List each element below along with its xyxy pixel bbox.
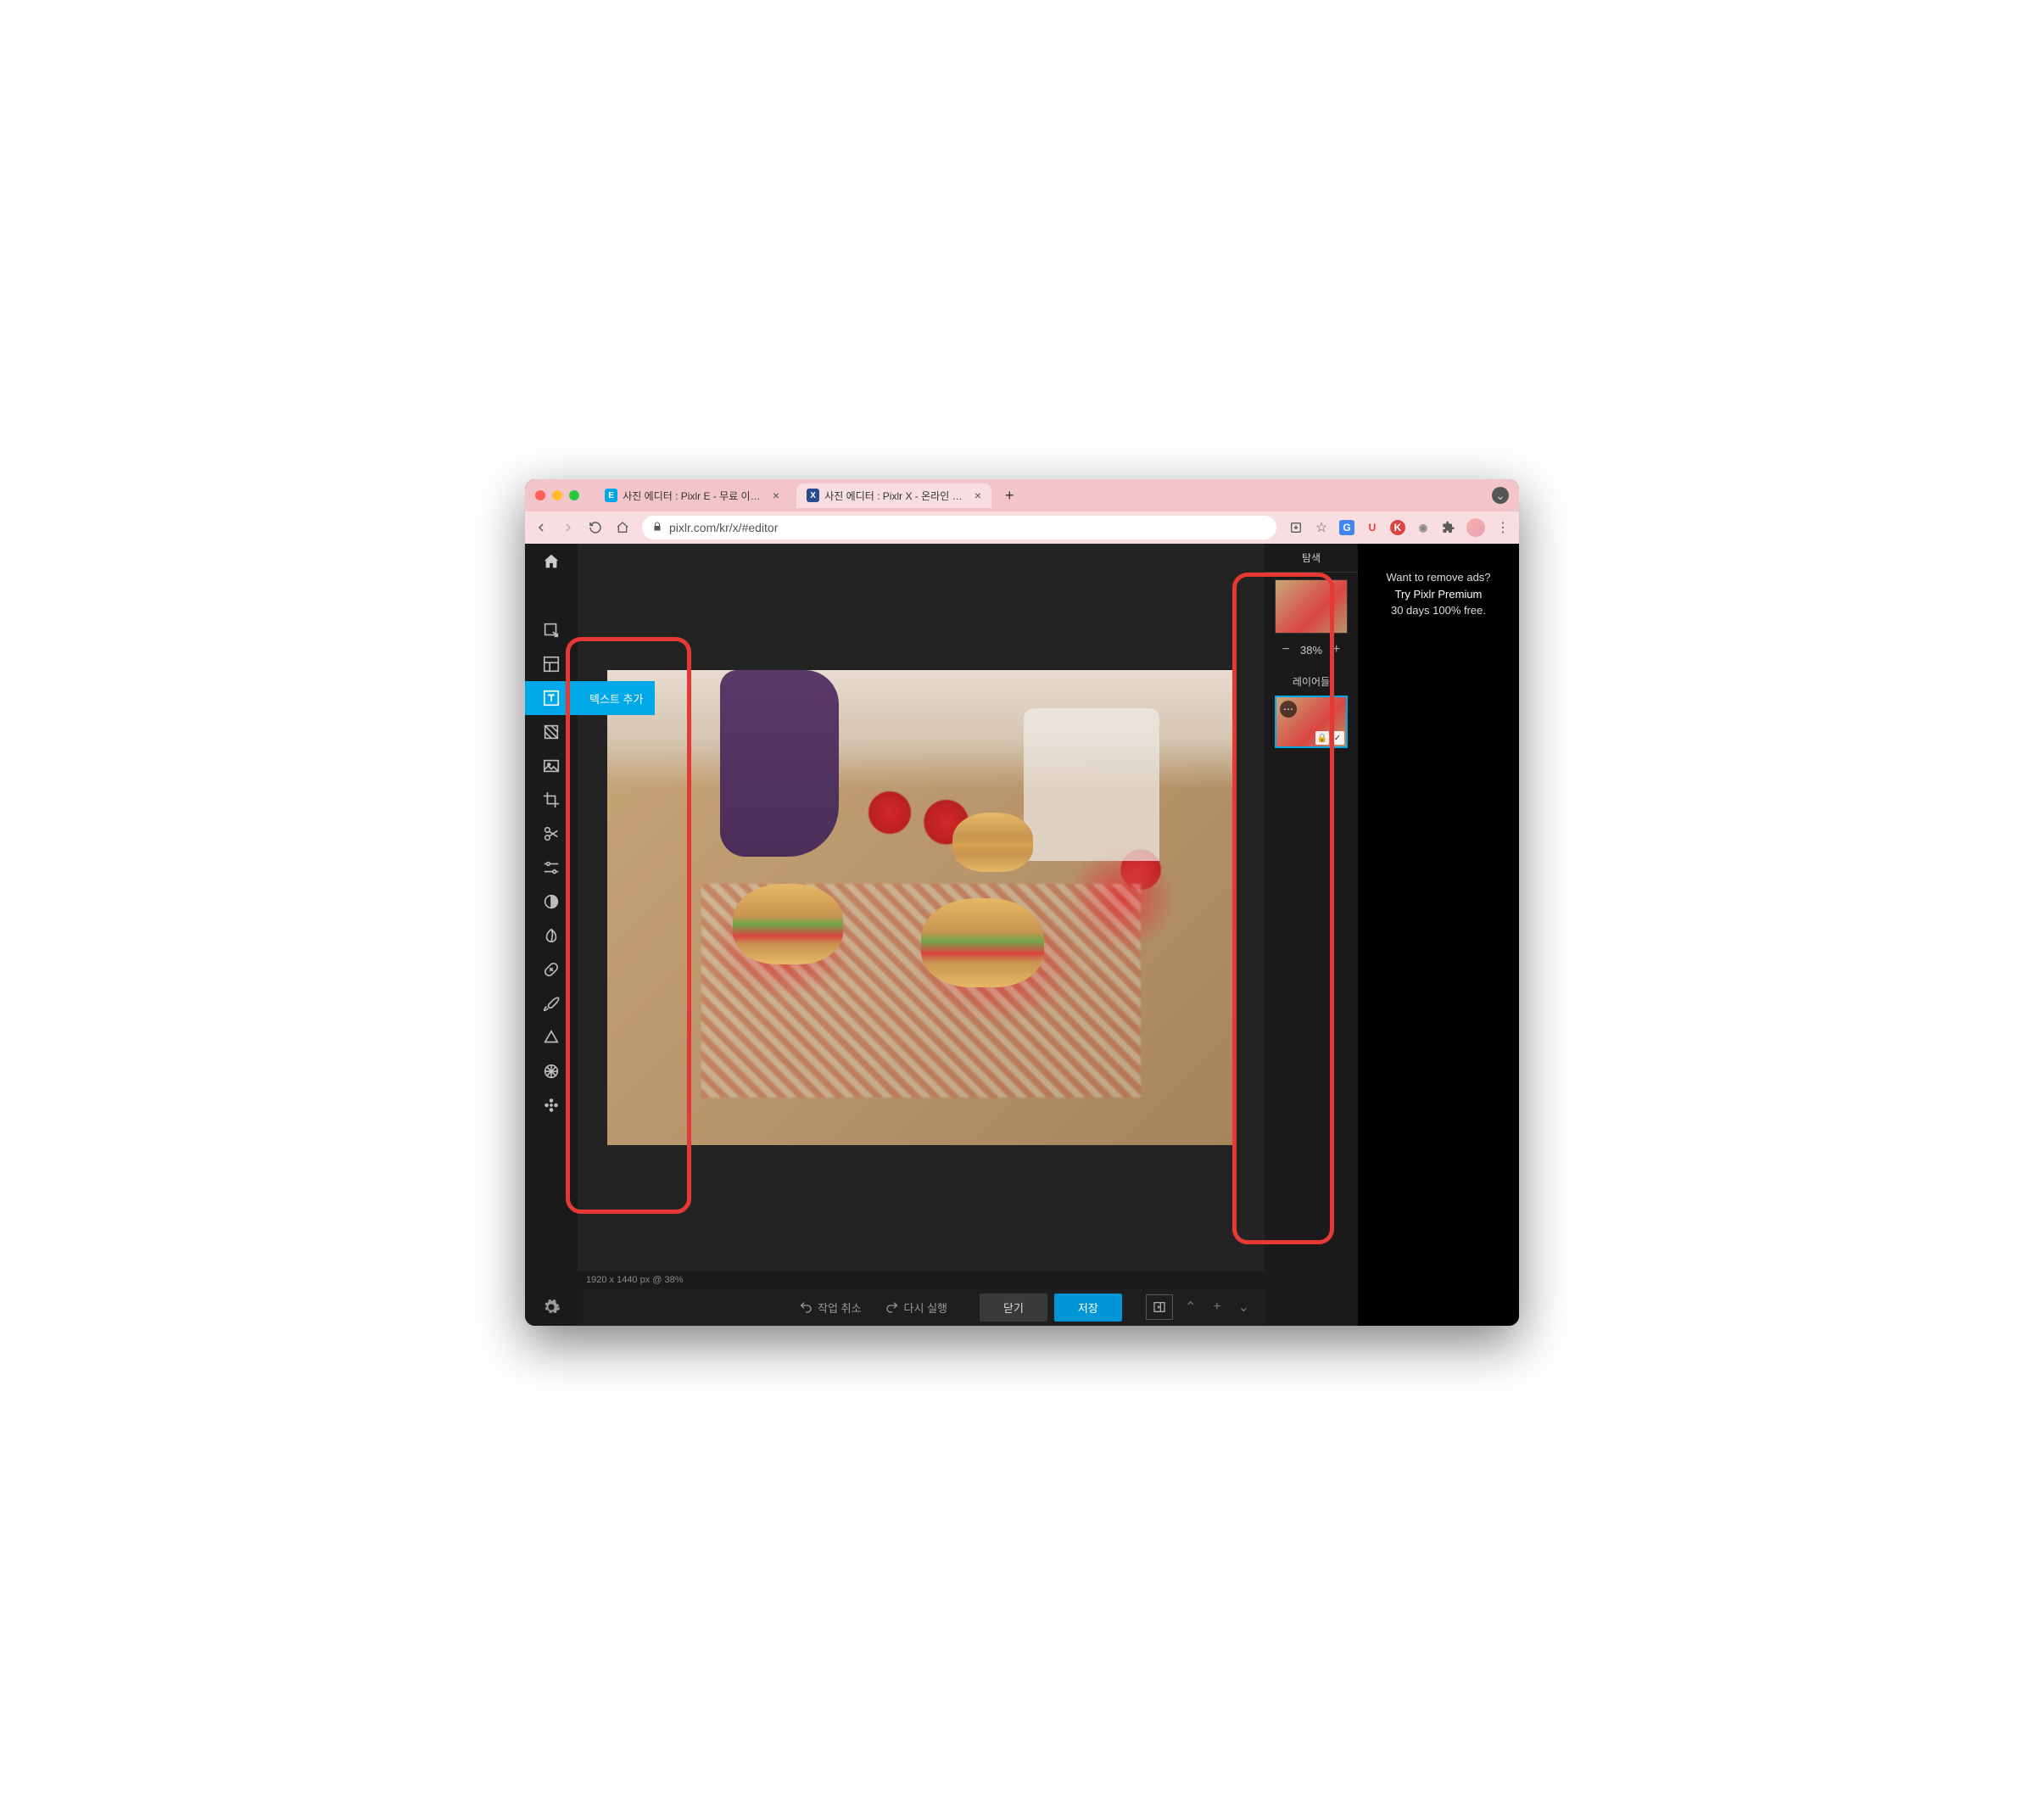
bookmark-icon[interactable]: ☆ — [1314, 519, 1329, 536]
tab-title: 사진 에디터 : Pixlr X - 온라인 무료 — [824, 489, 964, 503]
effects-tool[interactable] — [525, 1088, 578, 1122]
forward-icon[interactable] — [561, 521, 576, 534]
close-tab-icon[interactable]: × — [773, 489, 779, 502]
zoom-value: 38% — [1300, 644, 1322, 657]
tab-pixlr-e[interactable]: E 사진 에디터 : Pixlr E - 무료 이미지 × — [595, 483, 790, 508]
tab-pixlr-x[interactable]: X 사진 에디터 : Pixlr X - 온라인 무료 × — [796, 483, 991, 508]
shape-tool[interactable] — [525, 1020, 578, 1054]
undo-button[interactable]: 작업 취소 — [790, 1294, 869, 1321]
adjust-tool[interactable] — [525, 851, 578, 885]
ad-line-3: 30 days 100% free. — [1365, 602, 1512, 619]
ad-line-1: Want to remove ads? — [1365, 569, 1512, 586]
close-button[interactable]: 닫기 — [980, 1294, 1047, 1322]
zoom-in-button[interactable]: + — [1332, 642, 1340, 657]
visible-icon[interactable]: ✓ — [1331, 731, 1344, 745]
translate-extension-icon[interactable]: G — [1339, 520, 1354, 535]
dimensions-label: 1920 x 1440 px @ 38% — [578, 1271, 1265, 1288]
tab-bar: E 사진 에디터 : Pixlr E - 무료 이미지 × X 사진 에디터 :… — [525, 479, 1519, 511]
redo-button[interactable]: 다시 실행 — [877, 1294, 956, 1321]
image-tool[interactable] — [525, 749, 578, 783]
home-icon[interactable] — [615, 521, 630, 534]
cutout-tool[interactable] — [525, 817, 578, 851]
window-controls — [535, 490, 579, 500]
pixlr-app: 텍스트 추가 — [525, 544, 1519, 1326]
favicon-icon: X — [807, 489, 819, 502]
add-layer-button[interactable]: + — [1208, 1299, 1226, 1315]
layout-tool[interactable] — [525, 647, 578, 681]
right-panel: 탐색 − 38% + 레이어들 ⋯ 🔒 ✓ — [1265, 544, 1358, 1326]
navigate-header: 탐색 — [1265, 544, 1358, 573]
layer-thumbnail[interactable]: ⋯ 🔒 ✓ — [1275, 696, 1348, 748]
navigator-thumbnail[interactable] — [1275, 579, 1348, 634]
profile-avatar[interactable] — [1466, 518, 1485, 537]
toggle-panel-button[interactable] — [1146, 1294, 1173, 1320]
left-toolbar: 텍스트 추가 — [525, 544, 578, 1326]
zoom-control: − 38% + — [1282, 639, 1341, 666]
account-icon[interactable]: ⌄ — [1492, 487, 1509, 504]
maximize-window-icon[interactable] — [569, 490, 579, 500]
install-icon[interactable] — [1288, 521, 1304, 534]
save-button[interactable]: 저장 — [1054, 1294, 1122, 1322]
heal-tool[interactable] — [525, 953, 578, 986]
back-icon[interactable] — [533, 521, 549, 534]
layer-options-icon[interactable]: ⋯ — [1280, 701, 1297, 718]
lock-icon[interactable]: 🔒 — [1315, 731, 1329, 745]
canvas-viewport[interactable] — [578, 544, 1265, 1271]
layer-up-button[interactable]: ⌃ — [1180, 1299, 1201, 1316]
disperse-tool[interactable] — [525, 1054, 578, 1088]
canvas-image[interactable] — [607, 670, 1235, 1145]
canvas-area: 1920 x 1440 px @ 38% 작업 취소 다시 실행 닫기 저장 ⌃… — [578, 544, 1265, 1326]
fill-tool[interactable] — [525, 715, 578, 749]
ad-line-2[interactable]: Try Pixlr Premium — [1365, 586, 1512, 603]
extensions-icon[interactable] — [1441, 521, 1456, 534]
tab-title: 사진 에디터 : Pixlr E - 무료 이미지 — [623, 489, 762, 503]
address-bar: pixlr.com/kr/x/#editor ☆ G U K ◉ ⋮ — [525, 511, 1519, 544]
close-tab-icon[interactable]: × — [975, 489, 981, 502]
close-window-icon[interactable] — [535, 490, 545, 500]
layer-down-button[interactable]: ⌄ — [1233, 1299, 1254, 1316]
url-text: pixlr.com/kr/x/#editor — [669, 521, 778, 534]
browser-chrome: E 사진 에디터 : Pixlr E - 무료 이미지 × X 사진 에디터 :… — [525, 479, 1519, 544]
browser-actions: ☆ G U K ◉ ⋮ — [1288, 518, 1511, 537]
layers-header: 레이어들 — [1265, 666, 1358, 696]
lock-icon — [652, 521, 662, 534]
favicon-icon: E — [605, 489, 617, 502]
ublock-extension-icon[interactable]: U — [1365, 520, 1380, 535]
tool-tooltip: 텍스트 추가 — [578, 681, 655, 715]
new-tab-button[interactable]: + — [998, 487, 1021, 505]
share-extension-icon[interactable]: ◉ — [1416, 520, 1431, 535]
minimize-window-icon[interactable] — [552, 490, 562, 500]
brush-tool[interactable] — [525, 986, 578, 1020]
url-input[interactable]: pixlr.com/kr/x/#editor — [642, 516, 1276, 539]
liquify-tool[interactable] — [525, 919, 578, 953]
text-tool[interactable]: 텍스트 추가 — [525, 681, 578, 715]
reload-icon[interactable] — [588, 521, 603, 534]
bottom-bar: 작업 취소 다시 실행 닫기 저장 ⌃ + ⌄ — [578, 1288, 1265, 1326]
zoom-out-button[interactable]: − — [1282, 642, 1290, 657]
contrast-tool[interactable] — [525, 885, 578, 919]
settings-button[interactable] — [525, 1288, 578, 1326]
extension-k-icon[interactable]: K — [1390, 520, 1405, 535]
arrange-tool[interactable] — [525, 613, 578, 647]
ad-column: Want to remove ads? Try Pixlr Premium 30… — [1358, 544, 1519, 1326]
menu-icon[interactable]: ⋮ — [1495, 519, 1511, 536]
home-button[interactable] — [525, 544, 578, 579]
crop-tool[interactable] — [525, 783, 578, 817]
